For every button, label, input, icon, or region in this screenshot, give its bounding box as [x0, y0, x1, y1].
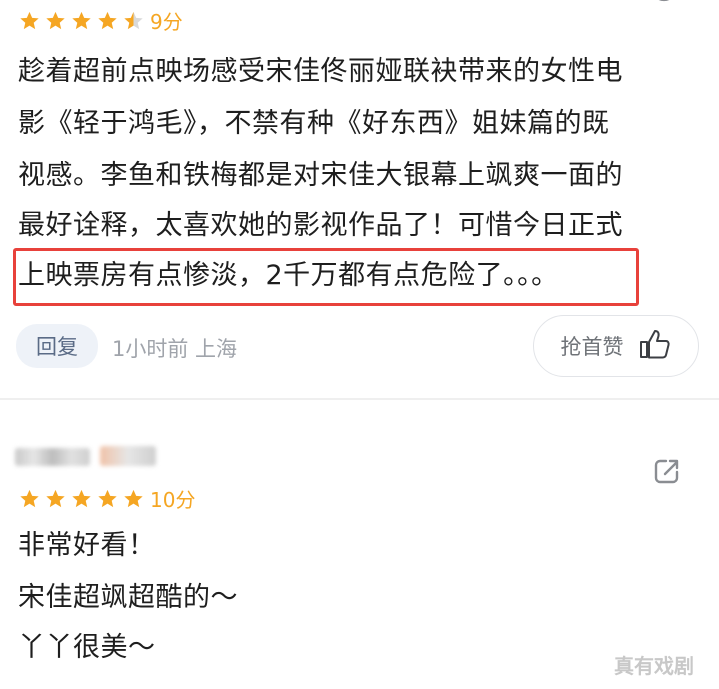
comment-text-line: 影《轻于鸿毛》，不禁有种《好东西》姐妹篇的既 [18, 108, 610, 139]
blurred-badge [100, 446, 156, 466]
star-icon [70, 488, 93, 510]
watermark: 真有戏剧 [614, 654, 694, 678]
star-icon [70, 10, 93, 32]
star-icon [18, 10, 41, 32]
star-icon [44, 488, 67, 510]
comment-text-line: 最好诠释，太喜欢她的影视作品了！可惜今日正式 [18, 210, 623, 241]
star-icon [18, 488, 41, 510]
thumbs-up-icon [638, 328, 672, 365]
star-icon [96, 488, 119, 510]
star-icon [96, 10, 119, 32]
rating-score: 9分 [150, 10, 183, 34]
comment-text-line: 视感。李鱼和铁梅都是对宋佳大银幕上飒爽一面的 [18, 160, 623, 191]
star-icon [122, 488, 145, 510]
star-icon [44, 10, 67, 32]
half-star-icon [122, 10, 145, 32]
rating-stars: 9分 [18, 6, 183, 35]
comment-text-line: 趁着超前点映场感受宋佳佟丽娅联袂带来的女性电 [18, 56, 623, 87]
comment-divider [0, 398, 719, 400]
rating-stars: 10分 [18, 484, 195, 513]
comment-text-line: 非常好看！ [18, 530, 156, 561]
comment-text-line: 丫丫很美～ [18, 632, 156, 663]
highlighted-comment-line: 上映票房有点惨淡，2千万都有点危险了。。。 [18, 260, 559, 291]
time-location: 1小时前 上海 [112, 337, 238, 361]
share-icon[interactable] [652, 456, 682, 486]
like-label: 抢首赞 [560, 335, 624, 359]
share-icon-partial[interactable] [649, 0, 679, 6]
like-button[interactable]: 抢首赞 [533, 315, 699, 377]
blurred-username [15, 448, 90, 466]
comment-text-line: 宋佳超飒超酷的～ [18, 582, 238, 613]
rating-score: 10分 [150, 488, 196, 512]
reply-button[interactable]: 回复 [16, 324, 98, 368]
